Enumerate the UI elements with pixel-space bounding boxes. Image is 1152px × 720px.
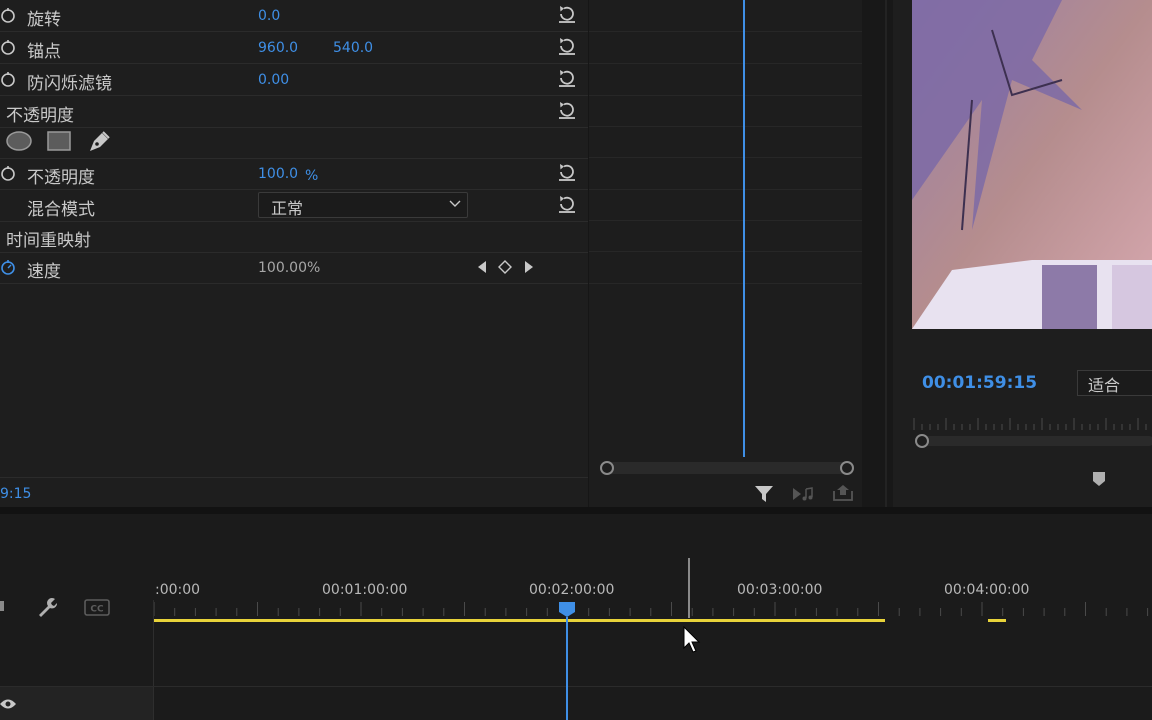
time-remapping-section-row[interactable]: 时间重映射	[0, 221, 588, 253]
ruler-label: 00:04:00:00	[944, 582, 1030, 598]
row-divider	[589, 31, 862, 32]
row-divider	[589, 283, 862, 284]
anchor-y-value[interactable]: 540.0	[333, 40, 373, 56]
scrollbar-handle-left[interactable]	[600, 461, 614, 475]
anchor-point-row: 锚点 960.0 540.0	[0, 32, 588, 64]
program-timecode[interactable]: 00:01:59:15	[922, 373, 1037, 393]
rotation-label: 旋转	[27, 10, 61, 30]
stopwatch-icon[interactable]	[0, 259, 16, 275]
zoom-scrollbar[interactable]	[600, 461, 854, 475]
export-icon[interactable]	[832, 484, 854, 502]
stopwatch-icon[interactable]	[0, 71, 16, 87]
opacity-label: 不透明度	[27, 168, 95, 188]
opacity-row: 不透明度 100.0 %	[0, 158, 588, 190]
anchor-x-value[interactable]: 960.0	[258, 40, 298, 56]
add-keyframe-icon[interactable]	[498, 260, 512, 274]
panel-gutter	[862, 0, 893, 507]
panel-separator	[0, 507, 1152, 514]
speed-value[interactable]: 100.00%	[258, 260, 320, 276]
anime-frame-image	[912, 0, 1152, 329]
mouse-cursor-icon	[683, 626, 701, 653]
zoom-fit-value: 适合	[1088, 376, 1121, 395]
reset-icon[interactable]	[556, 3, 578, 25]
captions-icon[interactable]: CC	[84, 599, 110, 616]
ruler-label: :00:00	[155, 582, 201, 598]
add-marker-icon[interactable]	[1091, 471, 1107, 487]
row-divider	[589, 251, 862, 252]
opacity-section-label: 不透明度	[6, 106, 74, 126]
reset-icon[interactable]	[556, 35, 578, 57]
wrench-icon[interactable]	[36, 596, 58, 618]
ruler-label: 00:03:00:00	[737, 582, 823, 598]
blend-mode-label: 混合模式	[27, 200, 95, 220]
rectangle-mask-icon[interactable]	[47, 131, 71, 151]
track-divider	[0, 686, 1152, 687]
rotation-value[interactable]: 0.0	[258, 8, 280, 24]
opacity-section-row[interactable]: 不透明度	[0, 96, 588, 128]
rotation-row: 旋转 0.0	[0, 0, 588, 32]
blend-mode-value: 正常	[271, 199, 304, 218]
row-divider	[589, 189, 862, 190]
reset-icon[interactable]	[556, 193, 578, 215]
time-remapping-label: 时间重映射	[6, 231, 91, 251]
row-divider	[589, 220, 862, 221]
anti-flicker-label: 防闪烁滤镜	[27, 74, 112, 94]
playhead-line[interactable]	[743, 0, 745, 457]
ruler-label: 00:02:00:00	[529, 582, 615, 598]
row-divider	[589, 126, 862, 127]
row-divider	[589, 95, 862, 96]
panel-resize-handle[interactable]	[885, 0, 887, 507]
play-audio-only-icon[interactable]	[792, 486, 814, 502]
stopwatch-icon[interactable]	[0, 165, 16, 181]
scrollbar-handle-right[interactable]	[840, 461, 854, 475]
playhead-handle[interactable]	[558, 601, 576, 618]
row-divider	[589, 157, 862, 158]
track-header	[0, 687, 153, 720]
effect-controls-timecode[interactable]: 9:15	[0, 486, 31, 502]
ellipse-mask-icon[interactable]	[6, 130, 34, 152]
reset-icon[interactable]	[556, 161, 578, 183]
anti-flicker-row: 防闪烁滤镜 0.00	[0, 64, 588, 96]
track-edge-handle[interactable]	[0, 601, 4, 611]
effect-controls-panel: 旋转 0.0 锚点 960.0 540.0 防闪烁滤镜 0.00 不透明度 不透…	[0, 0, 588, 507]
next-keyframe-icon[interactable]	[523, 260, 535, 274]
work-area-bar[interactable]	[154, 619, 885, 622]
blend-mode-row: 混合模式 正常	[0, 190, 588, 222]
reset-icon[interactable]	[556, 99, 578, 121]
filter-icon[interactable]	[754, 484, 774, 504]
chevron-down-icon	[449, 200, 461, 207]
blend-mode-dropdown[interactable]: 正常	[258, 192, 468, 218]
eye-icon[interactable]	[0, 698, 16, 710]
speed-label: 速度	[27, 262, 61, 282]
previous-keyframe-icon[interactable]	[476, 260, 488, 274]
anchor-point-label: 锚点	[27, 42, 61, 62]
row-divider	[589, 63, 862, 64]
time-ruler[interactable]	[154, 598, 1152, 628]
work-area-segment[interactable]	[988, 619, 1006, 622]
mask-tools-row	[0, 127, 588, 159]
in-out-marker[interactable]	[688, 558, 690, 618]
effect-controls-timeline	[589, 0, 862, 507]
svg-text:CC: CC	[90, 605, 104, 615]
stopwatch-icon[interactable]	[0, 7, 16, 23]
program-video-frame[interactable]	[912, 0, 1152, 329]
opacity-value[interactable]: 100.0	[258, 166, 298, 182]
zoom-fit-dropdown[interactable]: 适合	[1077, 370, 1152, 396]
stopwatch-icon[interactable]	[0, 39, 16, 55]
pen-mask-icon[interactable]	[88, 129, 112, 153]
reset-icon[interactable]	[556, 67, 578, 89]
playhead-line[interactable]	[566, 617, 568, 720]
opacity-unit: %	[305, 168, 319, 184]
speed-row: 速度 100.00%	[0, 252, 588, 284]
anti-flicker-value[interactable]: 0.00	[258, 72, 289, 88]
program-mini-ruler[interactable]	[912, 414, 1152, 454]
panel-divider	[0, 477, 588, 478]
ruler-label: 00:01:00:00	[322, 582, 408, 598]
